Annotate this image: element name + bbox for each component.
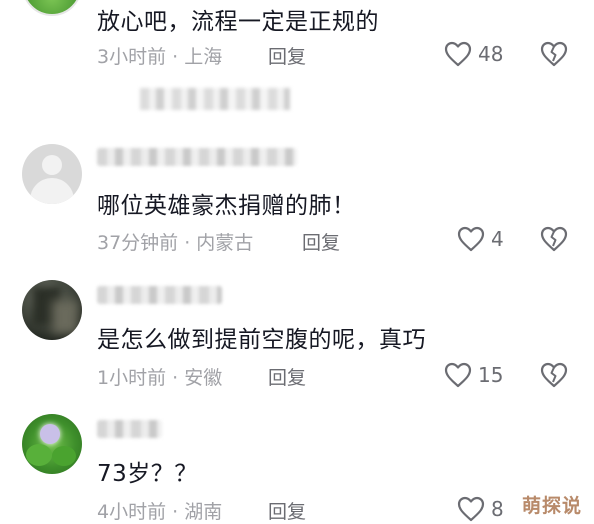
comment-text: 73岁？？ — [97, 461, 198, 487]
avatar-photo-blur — [52, 300, 78, 334]
comment-text: 放心吧，流程一定是正规的 — [97, 9, 379, 35]
broken-heart-icon — [540, 226, 568, 256]
comment-text: 哪位英雄豪杰捐赠的肺！ — [97, 193, 356, 219]
like-count: 8 — [491, 497, 504, 521]
like-button[interactable]: 8 — [457, 494, 504, 524]
user-avatar[interactable] — [22, 144, 82, 204]
dislike-button[interactable] — [540, 362, 568, 392]
broken-heart-icon — [540, 41, 568, 71]
heart-outline-icon — [444, 362, 472, 388]
avatar-leaf-shape — [26, 444, 52, 466]
broken-heart-icon — [540, 362, 568, 392]
heart-outline-icon — [457, 496, 485, 522]
blurred-content — [140, 88, 290, 110]
username-blurred[interactable] — [97, 148, 297, 166]
user-avatar[interactable] — [22, 414, 82, 474]
comment-time-location: 1小时前 · 安徽 — [97, 367, 223, 389]
like-button[interactable]: 4 — [457, 224, 504, 254]
like-button[interactable]: 15 — [444, 360, 503, 390]
reply-button[interactable]: 回复 — [268, 42, 306, 69]
heart-outline-icon — [457, 226, 485, 252]
avatar-body-shape — [30, 178, 74, 204]
user-avatar[interactable] — [22, 0, 82, 16]
like-count: 48 — [478, 42, 504, 66]
avatar-flower-shape — [40, 424, 60, 444]
heart-outline-icon — [444, 41, 472, 67]
reply-button[interactable]: 回复 — [302, 228, 340, 255]
reply-button[interactable]: 回复 — [268, 497, 306, 524]
like-count: 4 — [491, 227, 504, 251]
avatar-leaf-shape — [52, 446, 76, 466]
dislike-button[interactable] — [540, 226, 568, 256]
watermark-logo: 萌探说 — [521, 495, 582, 517]
avatar-head-shape — [42, 155, 62, 175]
user-avatar[interactable] — [22, 280, 82, 340]
like-button[interactable]: 48 — [444, 39, 503, 69]
comment-text: 是怎么做到提前空腹的呢，真巧 — [97, 327, 426, 353]
dislike-button[interactable] — [540, 41, 568, 71]
username-blurred[interactable] — [97, 286, 222, 304]
reply-button[interactable]: 回复 — [268, 363, 306, 390]
comment-time-location: 4小时前 · 湖南 — [97, 501, 223, 523]
comment-time-location: 3小时前 · 上海 — [97, 46, 223, 68]
like-count: 15 — [478, 363, 504, 387]
username-blurred[interactable] — [97, 420, 162, 438]
comment-time-location: 37分钟前 · 内蒙古 — [97, 232, 254, 254]
